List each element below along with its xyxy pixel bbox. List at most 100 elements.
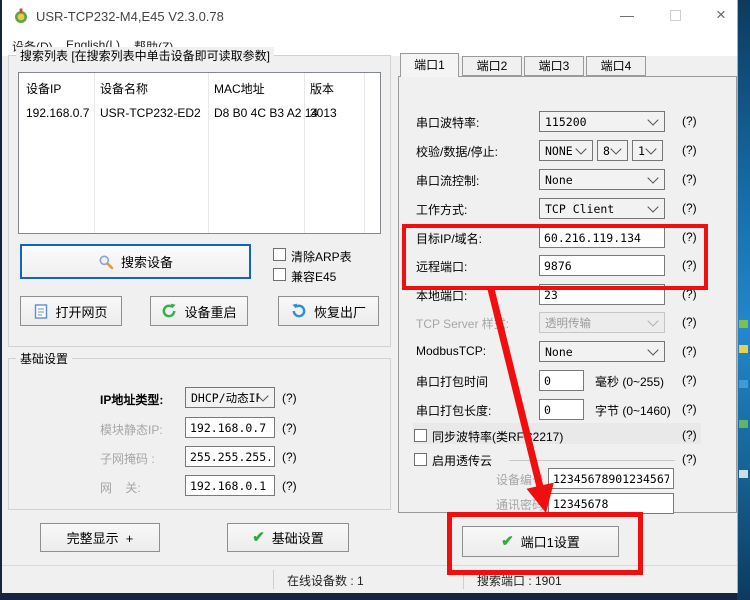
ip-type-help[interactable]: (?) [282, 391, 297, 405]
device-table[interactable]: 设备IP 设备名称 MAC地址 版本 192.168.0.7 USR-TCP23… [18, 72, 381, 234]
cloud-label: 启用透传云 [432, 452, 492, 469]
search-icon [98, 254, 114, 270]
cloud-help[interactable]: (?) [682, 452, 697, 466]
pack-len-row: 串口打包长度: 字节 (0~1460) (?) [399, 399, 736, 421]
tcp-server-style-row: TCP Server 样式: 透明传输 (?) [399, 312, 736, 334]
title-bar[interactable]: USR-TCP232-M4,E45 V2.3.0.78 — × [2, 0, 737, 32]
static-ip-input[interactable] [185, 417, 275, 438]
sync-baud-checkbox[interactable] [414, 429, 427, 442]
full-display-label: 完整显示 + [67, 528, 134, 547]
clear-arp-checkbox[interactable] [273, 248, 286, 261]
minimize-button[interactable]: — [610, 0, 644, 30]
factory-reset-label: 恢复出厂 [314, 302, 366, 321]
ip-type-label: IP地址类型: [100, 391, 163, 408]
desktop-icon [739, 380, 748, 388]
tab-port4[interactable]: 端口4 [586, 56, 646, 76]
parity-help[interactable]: (?) [682, 143, 697, 157]
device-id-row: 设备编号 [399, 468, 736, 490]
gateway-input[interactable] [185, 475, 275, 496]
compat-e45-checkbox[interactable] [273, 268, 286, 281]
cell-device-ip[interactable]: 192.168.0.7 [26, 106, 89, 120]
databits-select[interactable]: 8 [597, 140, 628, 161]
cell-device-name[interactable]: USR-TCP232-ED2 [100, 106, 201, 120]
col-header-device-ip: 设备IP [26, 80, 61, 97]
compat-e45-label: 兼容E45 [291, 268, 336, 285]
desktop-background-strip [737, 0, 750, 600]
open-webpage-button[interactable]: 打开网页 [20, 296, 122, 326]
column-divider [208, 73, 209, 233]
pack-len-label: 串口打包长度: [416, 402, 491, 419]
ip-type-select[interactable]: DHCP/动态IP [185, 387, 275, 408]
pack-len-input[interactable] [539, 399, 584, 420]
tab-port1[interactable]: 端口1 [400, 53, 459, 77]
baud-select[interactable]: 115200 [539, 111, 665, 132]
gateway-help[interactable]: (?) [282, 479, 297, 493]
desktop-icon [739, 420, 748, 428]
col-header-mac: MAC地址 [214, 80, 265, 97]
desktop-icon [739, 320, 748, 328]
flow-help[interactable]: (?) [682, 172, 697, 186]
comm-pwd-label: 通讯密码 [496, 496, 544, 513]
modbus-select[interactable]: None [539, 341, 665, 362]
search-list-title: 搜索列表 [在搜索列表中单击设备即可读取参数] [16, 47, 274, 64]
factory-reset-button[interactable]: 恢复出厂 [278, 296, 379, 326]
cell-version[interactable]: 3013 [310, 106, 337, 120]
desktop-icon [739, 470, 748, 478]
pack-time-input[interactable] [539, 370, 584, 391]
status-divider [273, 570, 274, 589]
comm-pwd-input[interactable] [548, 493, 674, 514]
tab-port2[interactable]: 端口2 [462, 56, 522, 76]
stopbits-select[interactable]: 1 [632, 140, 663, 161]
app-icon [13, 8, 29, 24]
webpage-icon [34, 304, 48, 319]
column-divider [304, 73, 305, 233]
pack-time-label: 串口打包时间 [416, 373, 488, 390]
cloud-row: 启用透传云 (?) [399, 451, 736, 469]
flow-select[interactable]: None [539, 169, 665, 190]
baud-help[interactable]: (?) [682, 114, 697, 128]
static-ip-help[interactable]: (?) [282, 421, 297, 435]
online-device-count: 在线设备数 : 1 [287, 572, 364, 589]
col-header-version: 版本 [310, 80, 334, 97]
highlight-box-target-ip [402, 224, 708, 290]
pack-len-help[interactable]: (?) [682, 402, 697, 416]
tcp-server-style-help[interactable]: (?) [682, 315, 697, 329]
pack-time-help[interactable]: (?) [682, 373, 697, 387]
baud-label: 串口波特率: [416, 114, 479, 131]
search-device-button[interactable]: 搜索设备 [20, 244, 251, 279]
parity-row: 校验/数据/停止: NONE 8 1 (?) [399, 140, 736, 162]
maximize-icon [670, 10, 681, 21]
device-restart-button[interactable]: 设备重启 [150, 296, 248, 326]
subnet-input[interactable] [185, 446, 275, 467]
open-webpage-label: 打开网页 [55, 302, 107, 321]
modbus-label: ModbusTCP: [416, 344, 486, 358]
parity-select[interactable]: NONE [539, 140, 593, 161]
device-restart-label: 设备重启 [184, 302, 236, 321]
sync-baud-help[interactable]: (?) [682, 428, 697, 442]
device-id-input[interactable] [548, 468, 674, 489]
highlight-box-port1-setup [447, 512, 643, 575]
full-display-button[interactable]: 完整显示 + [40, 523, 160, 552]
ip-type-value: DHCP/动态IP [186, 390, 259, 406]
tab-port3[interactable]: 端口3 [524, 56, 584, 76]
close-button[interactable]: × [704, 0, 738, 30]
subnet-help[interactable]: (?) [282, 450, 297, 464]
workmode-help[interactable]: (?) [682, 201, 697, 215]
workmode-select[interactable]: TCP Client [539, 198, 665, 219]
flow-value: None [540, 173, 649, 187]
chevron-down-icon [647, 172, 658, 183]
chevron-down-icon [575, 143, 586, 154]
column-divider [94, 73, 95, 233]
tcp-server-style-select: 透明传输 [539, 312, 665, 333]
databits-value: 8 [598, 144, 612, 158]
basic-settings-title: 基础设置 [16, 350, 72, 367]
pack-time-unit: 毫秒 (0~255) [595, 373, 664, 390]
basic-setup-button[interactable]: ✔ 基础设置 [227, 523, 349, 552]
cell-mac[interactable]: D8 B0 4C B3 A2 14 [214, 106, 318, 120]
tcp-server-style-value: 透明传输 [540, 315, 649, 331]
cloud-checkbox[interactable] [414, 453, 427, 466]
workmode-label: 工作方式: [416, 201, 467, 218]
modbus-help[interactable]: (?) [682, 344, 697, 358]
workmode-value: TCP Client [540, 202, 649, 216]
chevron-down-icon [647, 114, 658, 125]
